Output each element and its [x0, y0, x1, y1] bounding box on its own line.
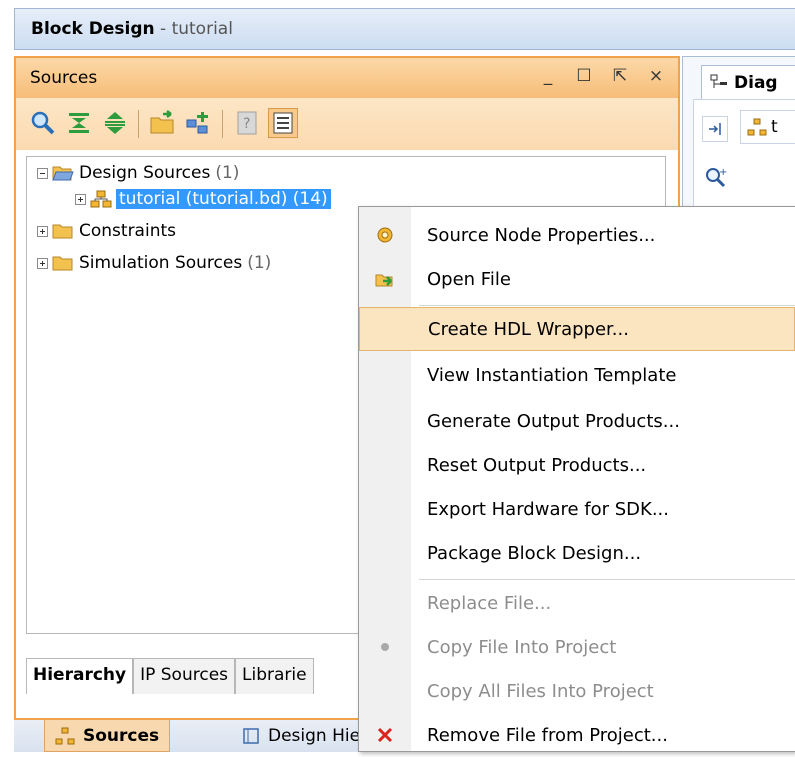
- tree-node-design-sources[interactable]: Design Sources (1): [37, 161, 239, 185]
- menu-item-copy-file-into-project[interactable]: Copy File Into Project: [359, 625, 795, 669]
- sources-panel-title: Sources: [30, 68, 98, 88]
- search-icon: [31, 111, 55, 135]
- tree-node-count: (1): [247, 253, 272, 273]
- dock-button[interactable]: [702, 116, 728, 142]
- menu-item-open-file[interactable]: Open File: [359, 257, 795, 301]
- tree-node-count: (1): [215, 163, 240, 183]
- dock-icon: [709, 123, 721, 135]
- design-hierarchy-icon: [243, 728, 259, 744]
- tab-diagram-design[interactable]: t: [740, 110, 795, 144]
- expand-icon[interactable]: [75, 193, 86, 205]
- menu-item-package-block-design[interactable]: Package Block Design...: [359, 531, 795, 575]
- add-sources-button[interactable]: [148, 108, 178, 138]
- menu-item-copy-all-files-into-project[interactable]: Copy All Files Into Project: [359, 669, 795, 713]
- tree-node-simulation-sources[interactable]: Simulation Sources (1): [37, 251, 271, 275]
- close-button[interactable]: ×: [646, 66, 666, 86]
- gear-icon: [377, 227, 393, 243]
- tree-node-label: Design Sources: [79, 163, 211, 183]
- menu-item-label: Generate Output Products...: [427, 410, 680, 432]
- menu-item-label: Open File: [427, 268, 511, 290]
- tab-sources[interactable]: Sources: [44, 720, 171, 752]
- menu-item-generate-output-products[interactable]: Generate Output Products...: [359, 399, 795, 443]
- remove-icon: [377, 727, 393, 743]
- menu-item-label: Reset Output Products...: [427, 454, 647, 476]
- tree-node-tutorial[interactable]: tutorial (tutorial.bd) (14): [75, 187, 331, 211]
- menu-item-label: Copy File Into Project: [427, 636, 617, 658]
- unknown-file-icon: ?: [237, 111, 257, 135]
- menu-item-label: View Instantiation Template: [427, 364, 677, 386]
- folder-icon: [52, 256, 73, 271]
- application-window: Block Design - tutorial Sources _ ☐ ⇱ ×: [0, 0, 795, 752]
- menu-item-reset-output-products[interactable]: Reset Output Products...: [359, 443, 795, 487]
- block-design-icon: [90, 190, 112, 208]
- collapse-icon[interactable]: [37, 167, 48, 179]
- show-properties-button[interactable]: [268, 108, 298, 138]
- tab-design-hierarchy-label: Design Hie: [268, 726, 361, 746]
- folder-icon: [52, 224, 73, 239]
- menu-item-remove-file-from-project[interactable]: Remove File from Project...: [359, 713, 795, 757]
- menu-item-label: Create HDL Wrapper...: [428, 318, 629, 340]
- tab-diagram[interactable]: Diag: [701, 65, 795, 99]
- svg-text:+: +: [719, 167, 727, 178]
- menu-item-label: Copy All Files Into Project: [427, 680, 654, 702]
- collapse-all-icon: [69, 113, 89, 133]
- sources-icon: [55, 727, 75, 744]
- sources-toolbar: ?: [16, 98, 678, 150]
- expand-icon[interactable]: [37, 257, 48, 269]
- properties-icon: [273, 112, 293, 134]
- dot-icon: [381, 643, 389, 651]
- tab-sources-label: Sources: [83, 725, 160, 746]
- tab-diagram-design-label: t: [771, 117, 778, 137]
- menu-item-export-hardware-sdk[interactable]: Export Hardware for SDK...: [359, 487, 795, 531]
- zoom-in-icon: +: [706, 167, 727, 188]
- search-button[interactable]: [28, 108, 58, 138]
- maximize-button[interactable]: ☐: [574, 66, 594, 86]
- tab-ip-sources[interactable]: IP Sources: [133, 658, 236, 694]
- context-menu: Source Node Properties... Open File Crea…: [358, 206, 795, 752]
- menu-item-label: Package Block Design...: [427, 542, 642, 564]
- menu-item-label: Replace File...: [427, 592, 552, 614]
- menu-item-view-instantiation-template[interactable]: View Instantiation Template: [359, 353, 795, 397]
- tree-node-label: tutorial (tutorial.bd) (14): [116, 189, 331, 209]
- add-hierarchy-button[interactable]: [184, 108, 214, 138]
- folder-add-icon: [150, 110, 174, 134]
- diagram-icon: [710, 74, 727, 88]
- svg-text:?: ?: [243, 116, 250, 132]
- folder-open-icon: [52, 166, 74, 181]
- tree-node-label: Constraints: [79, 221, 176, 241]
- block-design-icon: [747, 118, 767, 136]
- sources-panel-header: Sources _ ☐ ⇱ ×: [16, 58, 678, 98]
- menu-item-source-node-properties[interactable]: Source Node Properties...: [359, 213, 795, 257]
- tab-hierarchy[interactable]: Hierarchy: [26, 658, 134, 694]
- collapse-all-button[interactable]: [64, 108, 94, 138]
- zoom-in-button[interactable]: +: [704, 166, 728, 195]
- hierarchy-add-icon: [186, 112, 208, 134]
- expand-all-icon: [105, 112, 125, 134]
- menu-item-create-hdl-wrapper[interactable]: Create HDL Wrapper...: [359, 307, 795, 351]
- expand-icon[interactable]: [37, 225, 48, 237]
- menu-item-label: Source Node Properties...: [427, 224, 656, 246]
- tab-libraries[interactable]: Librarie: [235, 658, 314, 694]
- unknown-button[interactable]: ?: [232, 108, 262, 138]
- open-file-icon: [375, 274, 393, 287]
- tree-node-constraints[interactable]: Constraints: [37, 219, 176, 243]
- window-title-bar: Block Design - tutorial: [14, 8, 795, 50]
- minimize-button[interactable]: _: [538, 66, 558, 86]
- tab-diagram-label: Diag: [734, 72, 778, 93]
- float-button[interactable]: ⇱: [610, 66, 630, 86]
- expand-all-button[interactable]: [100, 108, 130, 138]
- menu-item-label: Export Hardware for SDK...: [427, 498, 669, 520]
- tab-design-hierarchy[interactable]: Design Hie: [232, 720, 370, 752]
- menu-item-label: Remove File from Project...: [427, 724, 668, 746]
- window-subtitle: - tutorial: [160, 19, 233, 39]
- window-title: Block Design: [31, 19, 155, 39]
- tree-node-label: Simulation Sources: [79, 253, 243, 273]
- menu-item-replace-file[interactable]: Replace File...: [359, 581, 795, 625]
